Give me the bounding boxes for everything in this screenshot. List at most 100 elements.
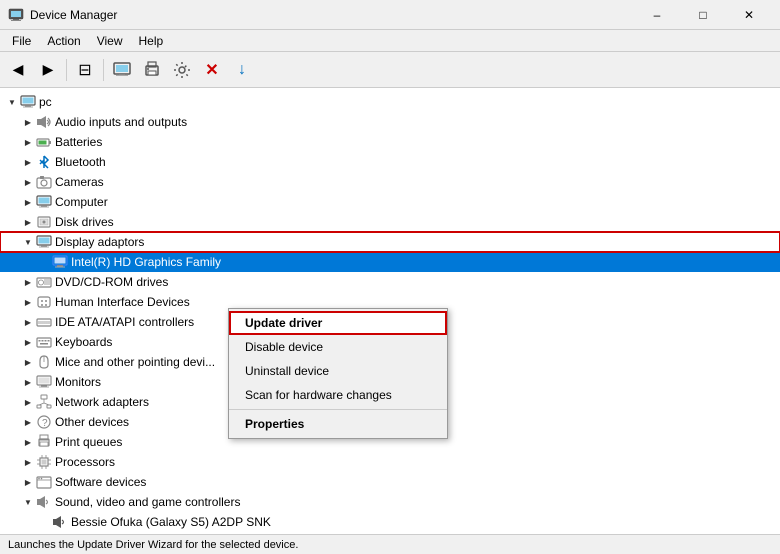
toolbar-sep-2 xyxy=(103,59,104,81)
context-menu-item-scan[interactable]: Scan for hardware changes xyxy=(229,383,447,407)
expand-icon[interactable]: ▶ xyxy=(20,194,36,210)
expand-icon[interactable]: ▶ xyxy=(20,354,36,370)
tree-item[interactable]: ▼ Sound, video and game controllers xyxy=(0,492,780,512)
computer-icon xyxy=(36,194,52,210)
print-btn[interactable] xyxy=(138,56,166,84)
tree-item-label: DVD/CD-ROM drives xyxy=(55,275,168,289)
battery-icon xyxy=(36,134,52,150)
expand-icon[interactable]: ▶ xyxy=(20,414,36,430)
collapse-button[interactable]: ⊟ xyxy=(71,56,99,84)
menu-bar: FileActionViewHelp xyxy=(0,30,780,52)
maximize-button[interactable]: □ xyxy=(680,0,726,30)
expand-icon[interactable]: ▶ xyxy=(20,434,36,450)
tree-item-label: Processors xyxy=(55,455,115,469)
expand-icon[interactable]: ▶ xyxy=(20,454,36,470)
tree-item[interactable]: Intel(R) HD Graphics Family xyxy=(0,252,780,272)
tree-item[interactable]: Bessie Ofuka (Galaxy S5) Hands-Free HF A… xyxy=(0,532,780,534)
camera-icon xyxy=(36,174,52,190)
close-button[interactable]: ✕ xyxy=(726,0,772,30)
expand-icon[interactable]: ▶ xyxy=(20,474,36,490)
tree-item[interactable]: ▶ Processors xyxy=(0,452,780,472)
forward-button[interactable]: ▶ xyxy=(34,56,62,84)
tree-item[interactable]: Bessie Ofuka (Galaxy S5) A2DP SNK xyxy=(0,512,780,532)
audio2-icon xyxy=(52,514,68,530)
delete-btn[interactable]: ✕ xyxy=(198,56,226,84)
toolbar: ◀ ▶ ⊟ ✕ ↓ xyxy=(0,52,780,88)
window-title: Device Manager xyxy=(30,8,634,22)
display-btn[interactable] xyxy=(108,56,136,84)
menu-item-help[interactable]: Help xyxy=(131,32,172,50)
title-bar: Device Manager – □ ✕ xyxy=(0,0,780,30)
tree-item-label: Disk drives xyxy=(55,215,114,229)
tree-item-label: Keyboards xyxy=(55,335,112,349)
expand-icon[interactable]: ▼ xyxy=(20,494,36,510)
printer-icon xyxy=(36,434,52,450)
expand-icon[interactable] xyxy=(36,514,52,530)
tree-item-label: pc xyxy=(39,95,52,109)
context-menu-item-uninstall[interactable]: Uninstall device xyxy=(229,359,447,383)
scan-btn[interactable]: ↓ xyxy=(228,56,256,84)
minimize-button[interactable]: – xyxy=(634,0,680,30)
tree-item-label: Intel(R) HD Graphics Family xyxy=(71,255,221,269)
expand-icon[interactable]: ▶ xyxy=(20,394,36,410)
expand-icon[interactable] xyxy=(36,254,52,270)
tree-item[interactable]: ▶ Batteries xyxy=(0,132,780,152)
expand-icon[interactable]: ▶ xyxy=(20,214,36,230)
software-icon xyxy=(36,474,52,490)
tree-item-label: IDE ATA/ATAPI controllers xyxy=(55,315,194,329)
settings-btn[interactable] xyxy=(168,56,196,84)
hid-icon xyxy=(36,294,52,310)
expand-icon[interactable]: ▶ xyxy=(20,334,36,350)
tree-item[interactable]: ▶ Audio inputs and outputs xyxy=(0,112,780,132)
tree-item-label: Human Interface Devices xyxy=(55,295,190,309)
context-menu-item-disable[interactable]: Disable device xyxy=(229,335,447,359)
menu-item-file[interactable]: File xyxy=(4,32,39,50)
expand-icon[interactable]: ▼ xyxy=(20,234,36,250)
context-menu-item-properties[interactable]: Properties xyxy=(229,412,447,436)
computer-icon xyxy=(20,94,36,110)
expand-icon[interactable]: ▶ xyxy=(20,114,36,130)
tree-item[interactable]: ▶ Computer xyxy=(0,192,780,212)
expand-icon[interactable]: ▶ xyxy=(20,274,36,290)
tree-item-label: Audio inputs and outputs xyxy=(55,115,187,129)
speaker-icon xyxy=(36,114,52,130)
context-menu: Update driverDisable deviceUninstall dev… xyxy=(228,308,448,439)
tree-item-label: Batteries xyxy=(55,135,102,149)
expand-icon[interactable]: ▶ xyxy=(20,374,36,390)
tree-item[interactable]: ▼ pc xyxy=(0,92,780,112)
tree-item-label: Bessie Ofuka (Galaxy S5) A2DP SNK xyxy=(71,515,271,529)
expand-icon[interactable]: ▶ xyxy=(20,174,36,190)
app-icon xyxy=(8,7,24,23)
tree-item[interactable]: ▶ DVD/CD-ROM drives xyxy=(0,272,780,292)
svg-text:?: ? xyxy=(42,418,48,429)
tree-item-label: Software devices xyxy=(55,475,146,489)
monitor2-icon xyxy=(36,374,52,390)
network-icon xyxy=(36,394,52,410)
tree-item[interactable]: ▶ Disk drives xyxy=(0,212,780,232)
status-text: Launches the Update Driver Wizard for th… xyxy=(8,539,298,551)
tree-item-label: Other devices xyxy=(55,415,129,429)
menu-item-view[interactable]: View xyxy=(89,32,131,50)
dvd-icon xyxy=(36,274,52,290)
expand-icon[interactable]: ▶ xyxy=(20,294,36,310)
expand-icon[interactable]: ▶ xyxy=(20,314,36,330)
other-icon: ? xyxy=(36,414,52,430)
tree-item[interactable]: ▶ Software devices xyxy=(0,472,780,492)
tree-item[interactable]: ▼ Display adaptors xyxy=(0,232,780,252)
expand-icon[interactable]: ▶ xyxy=(20,154,36,170)
tree-item-label: Sound, video and game controllers xyxy=(55,495,240,509)
bluetooth-icon xyxy=(36,154,52,170)
ide-icon xyxy=(36,314,52,330)
sound-icon xyxy=(36,494,52,510)
back-button[interactable]: ◀ xyxy=(4,56,32,84)
menu-item-action[interactable]: Action xyxy=(39,32,88,50)
expand-icon[interactable]: ▼ xyxy=(4,94,20,110)
tree-item-label: Display adaptors xyxy=(55,235,144,249)
tree-item-label: Computer xyxy=(55,195,108,209)
status-bar: Launches the Update Driver Wizard for th… xyxy=(0,534,780,554)
tree-item[interactable]: ▶Bluetooth xyxy=(0,152,780,172)
context-menu-item-update[interactable]: Update driver xyxy=(229,311,447,335)
expand-icon[interactable]: ▶ xyxy=(20,134,36,150)
tree-item[interactable]: ▶Cameras xyxy=(0,172,780,192)
disk-icon xyxy=(36,214,52,230)
